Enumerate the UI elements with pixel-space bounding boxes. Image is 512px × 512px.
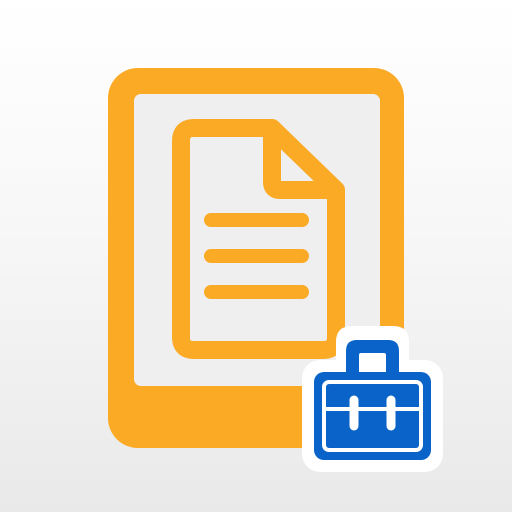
document-icon [172,119,345,359]
mobile-document-briefcase-icon [108,68,443,472]
app-icon[interactable] [0,0,512,512]
